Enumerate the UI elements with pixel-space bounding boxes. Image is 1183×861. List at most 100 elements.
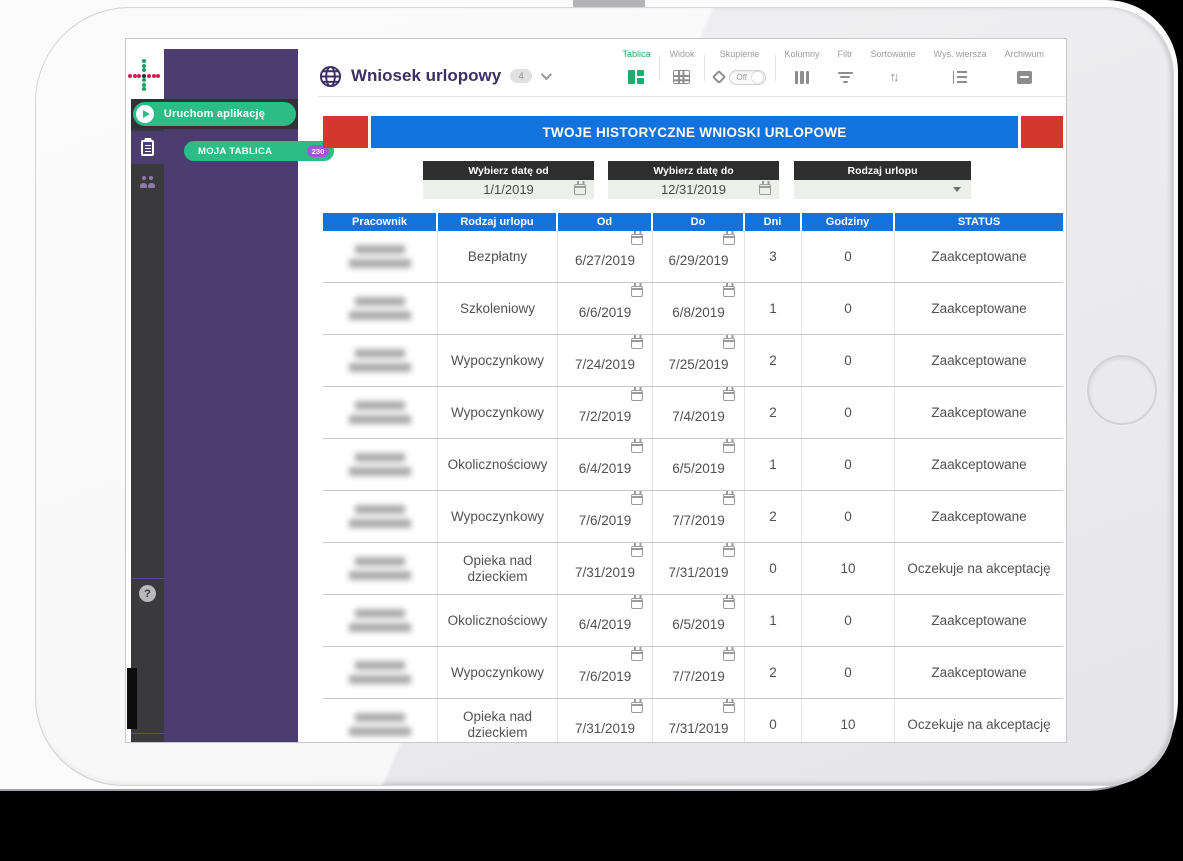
- table-row: Wypoczynkowy7/6/20197/7/201920Zaakceptow…: [323, 647, 1063, 699]
- date-from-cell-text: 6/4/2019: [579, 461, 632, 477]
- date-from-cell: 7/31/2019: [558, 699, 653, 742]
- status-cell-text: Zaakceptowane: [931, 353, 1026, 369]
- sidebar-rail: ?: [131, 99, 164, 742]
- calendar-icon: [631, 234, 643, 245]
- toolbar-item-kolumny[interactable]: Kolumny: [776, 49, 829, 86]
- status-cell: Zaakceptowane: [895, 231, 1063, 282]
- archive-icon: [1017, 71, 1032, 84]
- calendar-icon: [631, 702, 643, 713]
- table-header: PracownikRodzaj urlopuOdDoDniGodzinySTAT…: [323, 213, 1063, 231]
- days-cell-text: 2: [769, 405, 777, 421]
- leave-type-cell-text: Okolicznościowy: [448, 457, 548, 473]
- date-to-cell-text: 7/25/2019: [668, 357, 728, 373]
- help-icon: ?: [144, 588, 151, 600]
- status-cell-text: Zaakceptowane: [931, 665, 1026, 681]
- days-cell-text: 1: [769, 457, 777, 473]
- date-to-cell: 7/25/2019: [653, 335, 745, 386]
- date-from-cell-text: 6/4/2019: [579, 617, 632, 633]
- status-cell: Zaakceptowane: [895, 647, 1063, 698]
- run-app-label: Uruchom aplikację: [164, 108, 265, 120]
- calendar-icon: [723, 442, 735, 453]
- date-from-cell: 6/4/2019: [558, 595, 653, 646]
- hours-cell: 0: [802, 387, 895, 438]
- status-cell-text: Zaakceptowane: [931, 405, 1026, 421]
- toolbar-item-filtr[interactable]: Filtr: [829, 49, 862, 86]
- drawer-handle[interactable]: [127, 668, 137, 729]
- leave-type-select[interactable]: [794, 180, 971, 199]
- employee-cell: [323, 699, 438, 742]
- leave-type-cell: Okolicznościowy: [438, 439, 558, 490]
- leave-type-cell: Okolicznościowy: [438, 595, 558, 646]
- employee-name-redacted: [349, 297, 411, 320]
- toolbar-item-skupienie[interactable]: SkupienieOff: [705, 49, 775, 86]
- calendar-icon: [723, 286, 735, 297]
- columns-icon: [795, 71, 810, 84]
- date-from-cell-text: 7/24/2019: [575, 357, 635, 373]
- days-cell-text: 2: [769, 353, 777, 369]
- employee-name-redacted: [349, 349, 411, 372]
- employee-cell: [323, 283, 438, 334]
- date-from-cell: 6/6/2019: [558, 283, 653, 334]
- status-cell-text: Zaakceptowane: [931, 301, 1026, 317]
- calendar-icon: [723, 234, 735, 245]
- chevron-down-icon[interactable]: [541, 69, 552, 80]
- banner-red-block-right: [1021, 116, 1063, 148]
- date-to-input[interactable]: 12/31/2019: [608, 180, 779, 199]
- run-app-button[interactable]: Uruchom aplikację: [133, 102, 296, 126]
- kanban-icon: [628, 69, 644, 85]
- employee-name-redacted: [349, 505, 411, 528]
- days-cell-text: 1: [769, 613, 777, 629]
- date-to-cell-text: 7/31/2019: [668, 565, 728, 581]
- leave-type-cell-text: Wypoczynkowy: [451, 353, 544, 369]
- days-cell: 2: [745, 491, 802, 542]
- date-to-cell: 6/5/2019: [653, 439, 745, 490]
- date-from-cell: 7/6/2019: [558, 491, 653, 542]
- app-screen: MOJA TABLICA 230 ?: [126, 39, 1066, 742]
- toolbar-item-label: Filtr: [838, 49, 853, 59]
- date-from-input[interactable]: 1/1/2019: [423, 180, 594, 199]
- tablet-frame: MOJA TABLICA 230 ?: [35, 7, 1174, 786]
- app-logo-icon[interactable]: [128, 59, 162, 93]
- hours-cell-text: 0: [844, 509, 852, 525]
- app-header: Wniosek urlopowy 4: [319, 61, 549, 91]
- days-cell: 1: [745, 439, 802, 490]
- home-button[interactable]: [1087, 355, 1157, 425]
- focus-toggle[interactable]: Off: [729, 70, 766, 85]
- leave-type-cell-text: Okolicznościowy: [448, 613, 548, 629]
- sidebar-item-board[interactable]: [131, 131, 164, 164]
- hours-cell: 0: [802, 595, 895, 646]
- days-cell: 0: [745, 543, 802, 594]
- toolbar-item-tablica[interactable]: Tablica: [613, 49, 659, 86]
- table-row: Opieka nad dzieckiem7/31/20197/31/201901…: [323, 543, 1063, 595]
- help-button[interactable]: ?: [139, 585, 156, 602]
- leave-type-cell-text: Szkoleniowy: [460, 301, 535, 317]
- leave-type-cell: Bezpłatny: [438, 231, 558, 282]
- hours-cell-text: 10: [840, 717, 855, 733]
- row-height-icon: [953, 71, 968, 84]
- hours-cell-text: 0: [844, 665, 852, 681]
- grid-icon: [673, 70, 690, 84]
- column-header-od: Od: [558, 213, 653, 231]
- status-cell-text: Oczekuje na akceptację: [907, 561, 1050, 577]
- hours-cell-text: 0: [844, 613, 852, 629]
- toolbar-item-label: Tablica: [622, 49, 650, 59]
- date-from-cell-text: 7/31/2019: [575, 721, 635, 737]
- toolbar-item-wys-wiersza[interactable]: Wys. wiersza: [925, 49, 996, 86]
- filter-date-to: Wybierz datę do 12/31/2019: [608, 161, 779, 199]
- board-pill-button[interactable]: MOJA TABLICA 230: [184, 141, 334, 161]
- days-cell-text: 2: [769, 665, 777, 681]
- sidebar-item-team[interactable]: [131, 165, 164, 198]
- hours-cell: 10: [802, 543, 895, 594]
- status-cell: Zaakceptowane: [895, 335, 1063, 386]
- calendar-icon: [723, 702, 735, 713]
- toolbar-item-sortowanie[interactable]: Sortowanie: [862, 49, 925, 86]
- board-badge: 4: [510, 69, 532, 83]
- toolbar-item-widok[interactable]: Widok: [660, 49, 703, 86]
- leave-type-cell-text: Wypoczynkowy: [451, 405, 544, 421]
- toolbar-item-label: Kolumny: [785, 49, 820, 59]
- toolbar-item-archiwum[interactable]: Archiwum: [995, 49, 1053, 86]
- leave-type-cell: Wypoczynkowy: [438, 335, 558, 386]
- toolbar: Tablica WidokSkupienieOff Kolumny Filtr Sort…: [613, 49, 1053, 86]
- toolbar-item-label: Sortowanie: [871, 49, 916, 59]
- leave-type-cell-text: Wypoczynkowy: [451, 509, 544, 525]
